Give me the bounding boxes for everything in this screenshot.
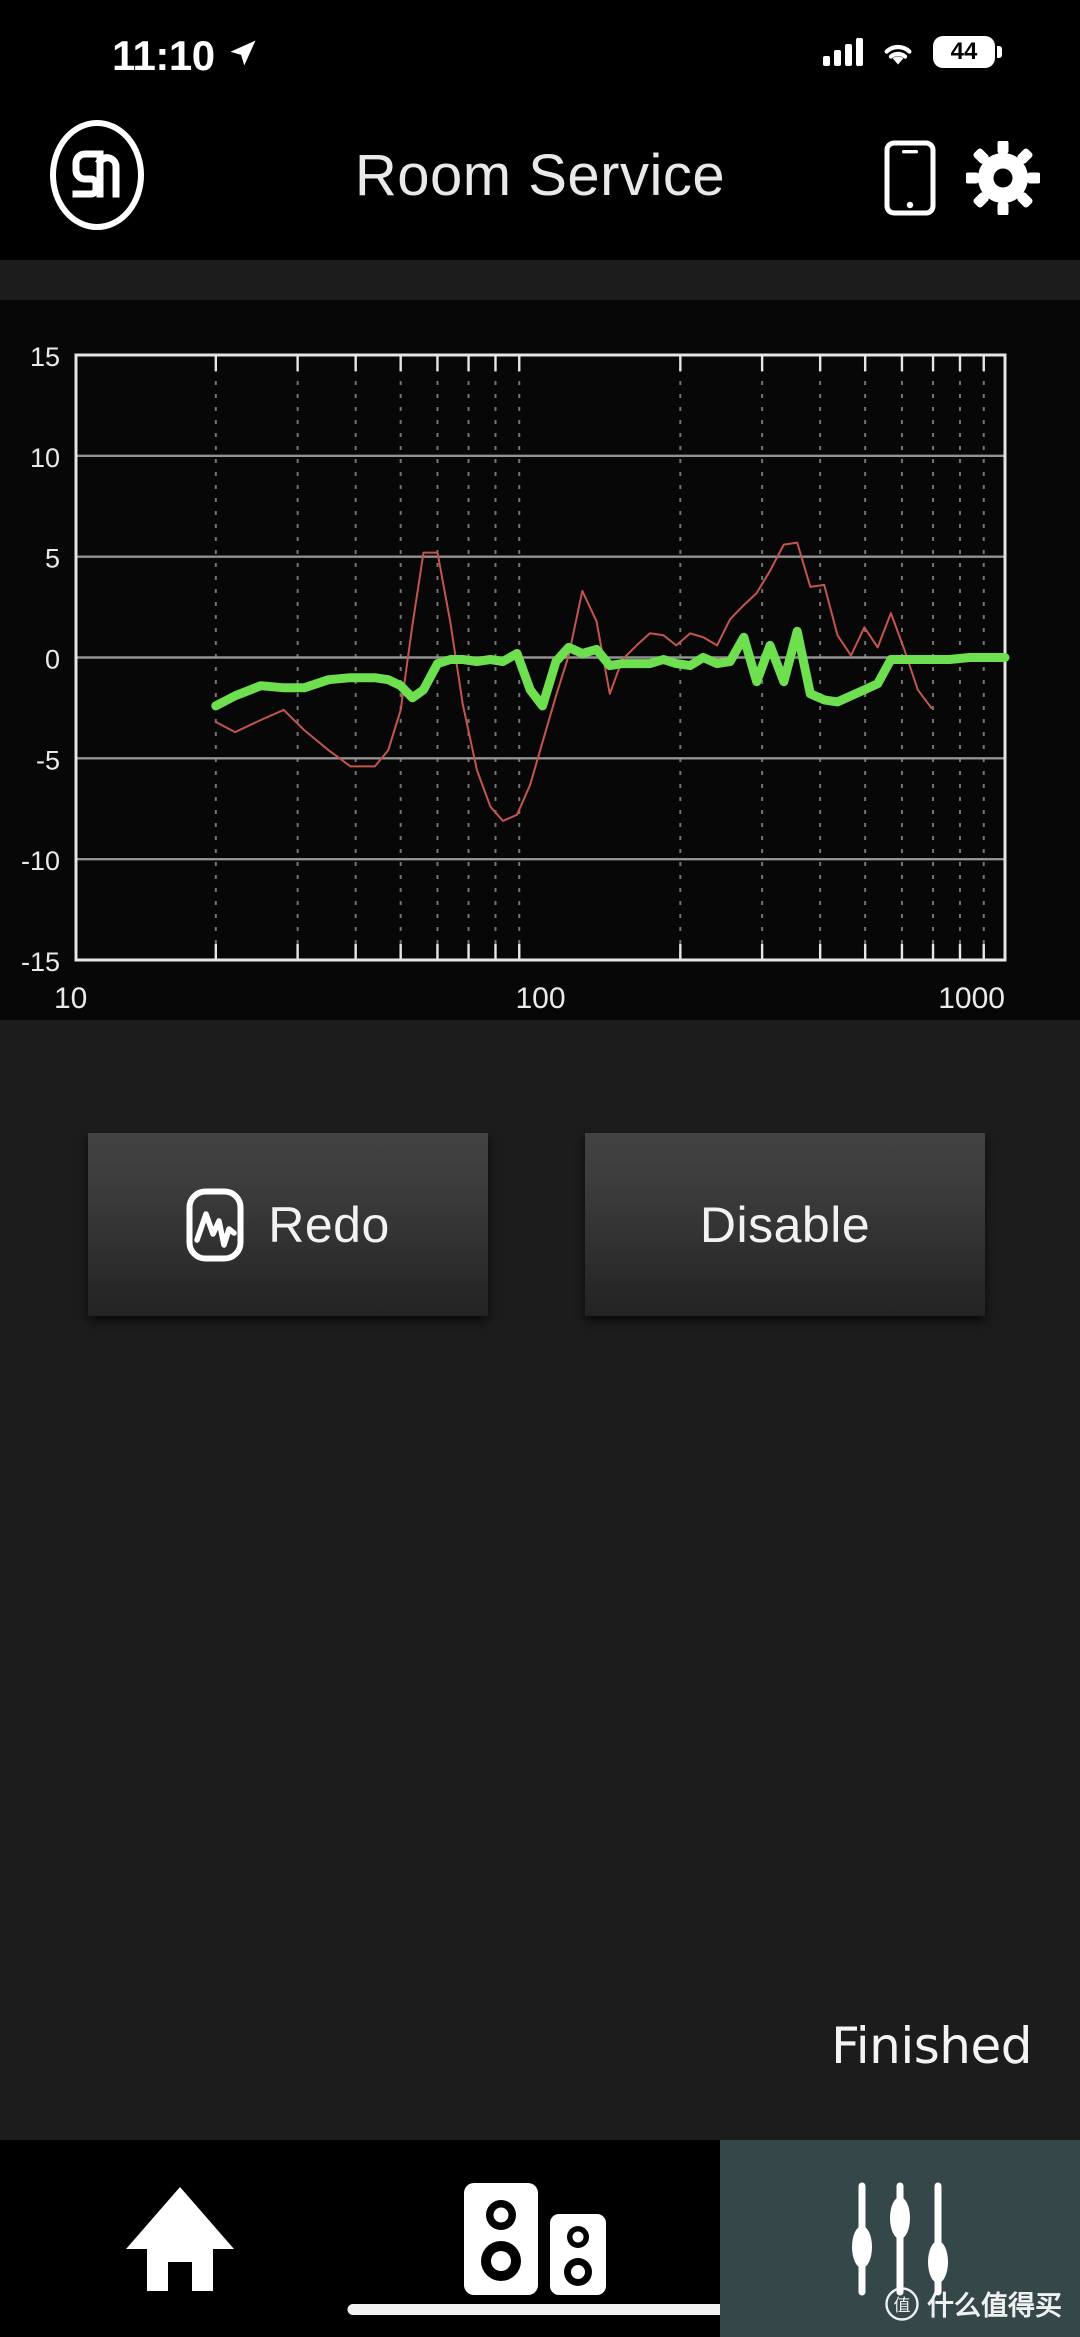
nav-tab-calibration[interactable]: 值 什么值得买 bbox=[720, 2140, 1080, 2337]
phone-device-icon[interactable] bbox=[884, 140, 936, 216]
svg-text:5: 5 bbox=[45, 544, 60, 574]
status-time: 11:10 bbox=[112, 32, 215, 79]
action-button-row: Redo Disable bbox=[0, 1133, 1080, 1323]
header-actions bbox=[884, 140, 1040, 216]
app-root: 11:10 44 Room Service 15 10 5 0 -5 -10 -… bbox=[0, 0, 1080, 2337]
watermark-text: 什么值得买 bbox=[927, 2291, 1062, 2322]
home-icon bbox=[126, 2186, 234, 2291]
svg-text:10: 10 bbox=[30, 443, 60, 473]
status-indicators: 44 bbox=[823, 36, 1002, 68]
svg-text:0: 0 bbox=[45, 645, 60, 675]
sliders-icon bbox=[852, 2182, 948, 2295]
nav-tab-home[interactable] bbox=[0, 2140, 360, 2337]
redo-button-label: Redo bbox=[268, 1196, 390, 1253]
svg-text:1000: 1000 bbox=[938, 982, 1005, 1015]
redo-button[interactable]: Redo bbox=[88, 1133, 488, 1316]
gear-icon[interactable] bbox=[966, 141, 1040, 215]
chart-canvas: 15 10 5 0 -5 -10 -15 10 100 1000 bbox=[0, 300, 1080, 1020]
battery-icon: 44 bbox=[933, 36, 1002, 68]
frequency-response-chart: 15 10 5 0 -5 -10 -15 10 100 1000 bbox=[0, 300, 1080, 1020]
svg-text:-15: -15 bbox=[21, 947, 60, 977]
svg-text:-5: -5 bbox=[36, 745, 60, 775]
svg-text:15: 15 bbox=[30, 342, 60, 372]
disable-button-label: Disable bbox=[699, 1196, 871, 1253]
battery-level: 44 bbox=[950, 38, 978, 65]
status-message: Finished bbox=[831, 2017, 1032, 2075]
waveform-icon bbox=[186, 1188, 244, 1261]
wifi-icon bbox=[884, 44, 912, 65]
home-indicator bbox=[347, 2304, 733, 2315]
svg-text:-10: -10 bbox=[21, 846, 60, 876]
cellular-signal-icon bbox=[823, 38, 863, 66]
watermark: 值 什么值得买 bbox=[885, 2284, 1062, 2323]
svg-text:100: 100 bbox=[515, 982, 565, 1015]
app-header: Room Service bbox=[0, 90, 1080, 260]
location-arrow-icon bbox=[230, 40, 256, 66]
bottom-navigation: 值 什么值得买 bbox=[0, 2140, 1080, 2337]
svg-text:值: 值 bbox=[894, 2296, 911, 2316]
speakers-icon bbox=[464, 2182, 606, 2295]
svg-text:10: 10 bbox=[54, 982, 87, 1015]
nav-tab-speakers[interactable] bbox=[347, 2140, 733, 2337]
watermark-badge-icon: 值 bbox=[885, 2286, 919, 2321]
status-bar: 11:10 44 bbox=[0, 0, 1080, 90]
disable-button[interactable]: Disable bbox=[585, 1133, 985, 1316]
